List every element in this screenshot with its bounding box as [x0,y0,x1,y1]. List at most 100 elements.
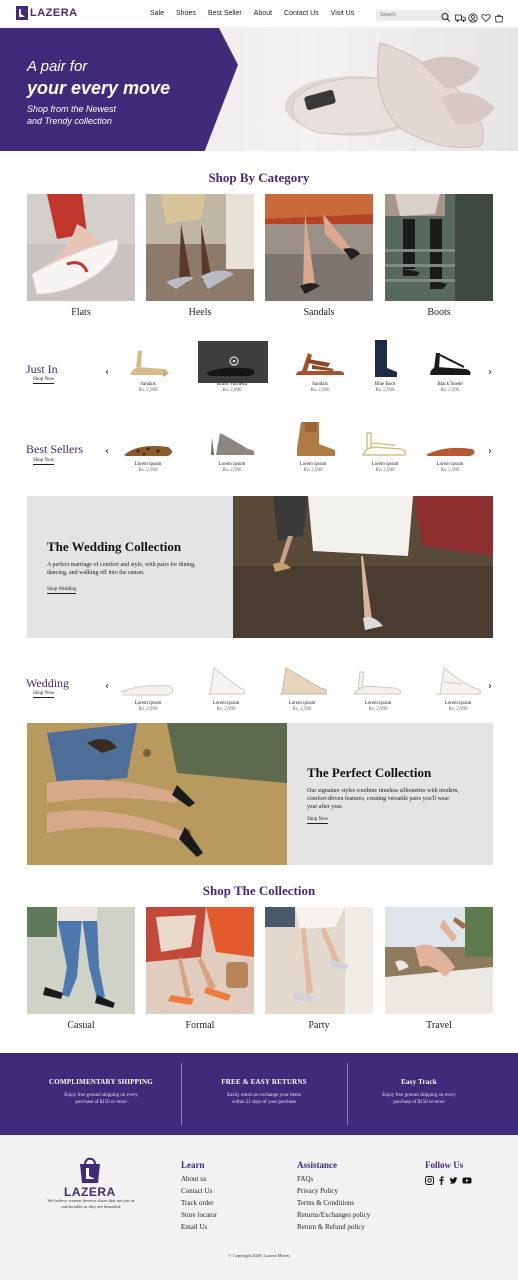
best-seller-product[interactable]: Lorem ipsum Rs. 2,990 [420,425,480,473]
collection-label-formal[interactable]: Formal [146,1020,254,1031]
category-label-flats[interactable]: Flats [27,307,135,318]
facebook-icon[interactable] [438,1172,445,1190]
truck-icon[interactable] [455,10,466,22]
instagram-icon[interactable] [425,1172,434,1190]
category-image [146,194,254,301]
collection-image [146,907,254,1014]
user-icon[interactable] [468,10,478,23]
category-label-sandals[interactable]: Sandals [265,307,373,318]
footer-link-contact-us[interactable]: Contact Us [181,1187,212,1195]
nav-about[interactable]: About [254,10,272,17]
product-name: Lorem ipsum [288,701,316,706]
wedding-prev-arrow[interactable]: ‹ [105,681,109,692]
search-input[interactable] [376,10,450,21]
perfect-collection-text-line1: Our signature styles combine timeless si… [307,788,459,794]
footer-link-faqs[interactable]: FAQs [297,1175,313,1183]
product-image [202,425,262,459]
product-price: Rs. 2,990 [303,468,323,473]
twitter-icon[interactable] [449,1172,458,1190]
category-image [385,194,493,301]
youtube-icon[interactable] [462,1172,472,1190]
category-card-sandals[interactable] [265,194,373,301]
wedding-product[interactable]: Lorem ipsum Rs. 2,990 [428,664,488,712]
hero-subtitle-line2: and Trendy collection [27,116,112,126]
benefit-text: within 21 days of your purchase [231,1100,297,1105]
product-name: Lorem ipsum [444,701,472,706]
product-image [428,664,488,698]
footer-link-returns-exchanges[interactable]: Returns/Exchanges policy [297,1211,370,1219]
just-in-title: Just In [26,362,58,376]
footer-link-about-us[interactable]: About us [181,1175,206,1183]
footer-link-track-order[interactable]: Track order [181,1199,214,1207]
category-label-heels[interactable]: Heels [146,307,254,318]
just-in-next-arrow[interactable]: › [488,367,492,378]
just-in-shop-now-link[interactable]: Shop Now [33,377,55,384]
logo-icon [16,6,28,20]
collection-card-casual[interactable] [27,907,135,1014]
product-price: Rs. 2,990 [440,468,460,473]
wedding-collection-text-line1: A perfect marriage of comfort and style,… [47,562,196,568]
just-in-product[interactable]: Black Vachetta Rs. 2,990 [198,341,268,393]
footer-link-email-us[interactable]: Email Us [181,1223,207,1231]
just-in-product[interactable]: Blue Boot Rs. 2,990 [355,340,415,393]
category-card-boots[interactable] [385,194,493,301]
category-card-heels[interactable] [146,194,254,301]
collection-label-travel[interactable]: Travel [385,1020,493,1031]
best-seller-product[interactable]: Lorem ipsum Rs. 2,990 [118,425,178,473]
just-in-product[interactable]: Sandals Rs. 2,990 [290,345,350,393]
hero-banner[interactable]: A pair for your every move Shop from the… [0,28,518,151]
bag-icon[interactable] [494,10,504,23]
nav-contact-us[interactable]: Contact Us [284,10,319,17]
product-image [420,345,480,379]
product-image [198,341,268,383]
perfect-collection-text-line3: year after year. [307,804,343,810]
collection-label-party[interactable]: Party [265,1020,373,1031]
product-name: Lorem ipsum [364,701,392,706]
product-name: Lorem ipsum [436,462,464,467]
wedding-product[interactable]: Lorem ipsum Rs. 2,990 [272,664,332,712]
collection-label-casual[interactable]: Casual [27,1020,135,1031]
nav-sale[interactable]: Sale [150,10,164,17]
benefit-returns: FREE & EASY RETURNS Easily return or exc… [182,1053,346,1135]
perfect-shop-now-link[interactable]: Shop Now [307,817,329,824]
nav-best-seller[interactable]: Best Seller [208,10,242,17]
collection-card-party[interactable] [265,907,373,1014]
nav-shoes[interactable]: Shoes [176,10,196,17]
wedding-shop-now-link[interactable]: Shop Now [33,691,55,698]
benefits-strip: COMPLIMENTARY SHIPPING Enjoy free ground… [0,1053,518,1135]
wedding-product[interactable]: Lorem ipsum Rs. 2,990 [118,664,178,712]
best-sellers-next-arrow[interactable]: › [488,446,492,457]
best-seller-product[interactable]: Lorem ipsum Rs. 2,990 [202,425,262,473]
wedding-collection-title: The Wedding Collection [47,539,182,554]
search-icon[interactable] [441,10,451,22]
footer-link-return-refund[interactable]: Return & Refund policy [297,1223,365,1231]
footer-link-terms[interactable]: Terms & Conditions [297,1199,354,1207]
nav-visit-us[interactable]: Visit Us [331,10,355,17]
footer-follow-title: Follow Us [425,1160,464,1170]
collection-card-formal[interactable] [146,907,254,1014]
footer-link-privacy-policy[interactable]: Privacy Policy [297,1187,338,1195]
shop-wedding-link[interactable]: Shop Wedding [47,587,77,594]
wedding-next-arrow[interactable]: › [488,681,492,692]
best-sellers-shop-now-link[interactable]: Shop Now [33,458,55,465]
collection-card-travel[interactable] [385,907,493,1014]
best-seller-product[interactable]: Lorem ipsum Rs. 2,990 [355,425,415,473]
just-in-product[interactable]: Sandals Rs. 2,990 [118,345,178,393]
just-in-prev-arrow[interactable]: ‹ [105,367,109,378]
category-card-flats[interactable] [27,194,135,301]
product-price: Rs. 2,990 [448,707,468,712]
hero-heading-line1: A pair for [27,58,88,75]
site-header: LAZERA Sale Shoes Best Seller About Cont… [0,0,518,28]
perfect-collection-text-line2: comfort-driven features, creating versat… [307,796,450,802]
best-seller-product[interactable]: Lorem ipsum Rs. 2,990 [283,418,343,473]
just-in-product[interactable]: Black Suede Rs. 2,990 [420,345,480,393]
benefit-text: purchase of $150 or more [75,1100,127,1105]
footer-link-store-locator[interactable]: Store locator [181,1211,217,1219]
wedding-product[interactable]: Lorem ipsum Rs. 2,990 [196,664,256,712]
best-sellers-prev-arrow[interactable]: ‹ [105,446,109,457]
product-image [355,425,415,459]
wedding-product[interactable]: Lorem ipsum Rs. 2,990 [348,664,408,712]
heart-icon[interactable] [481,10,491,23]
category-label-boots[interactable]: Boots [385,307,493,318]
logo[interactable]: LAZERA [16,6,78,20]
